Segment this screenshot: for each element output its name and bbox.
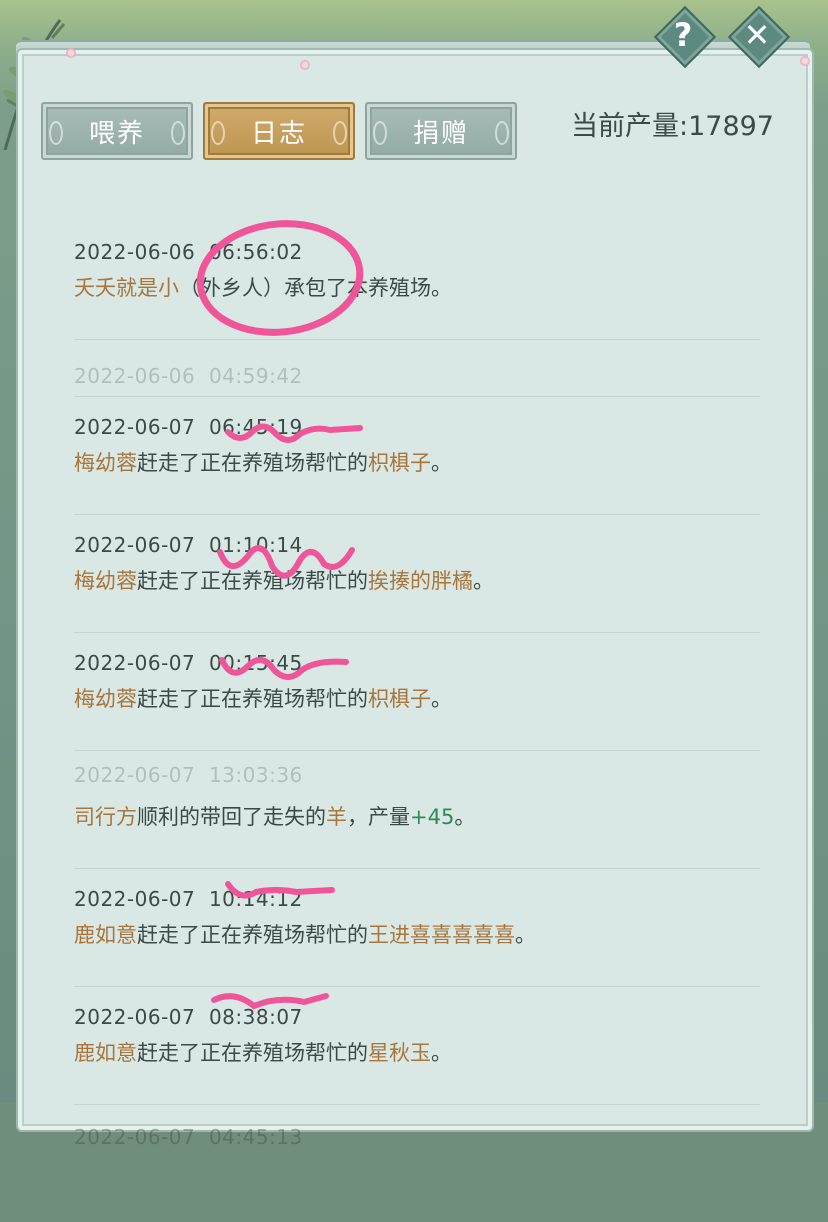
log-list[interactable]: 2022-06-06 06:56:02 夭夭就是小（外乡人）承包了本养殖场。 2… [74, 222, 760, 1222]
log-output-gain: +45 [410, 805, 455, 829]
log-text-tail: ，产量 [347, 805, 410, 829]
log-entry: 2022-06-07 10:14:12 鹿如意赶走了正在养殖场帮忙的王进喜喜喜喜… [74, 869, 760, 987]
log-text: 赶走了正在养殖场帮忙的 [137, 451, 368, 475]
log-actor: 夭夭就是小 [74, 276, 179, 300]
help-button[interactable]: ? [653, 5, 717, 69]
log-target: 星秋玉 [368, 1041, 431, 1065]
help-icon: ? [673, 16, 693, 54]
log-target: 羊 [326, 805, 347, 829]
log-message: 梅幼蓉赶走了正在养殖场帮忙的枳椇子。 [74, 447, 452, 477]
log-message: 夭夭就是小（外乡人）承包了本养殖场。 [74, 272, 452, 302]
log-time: 2022-06-07 08:38:07 [74, 1005, 303, 1029]
log-actor: 梅幼蓉 [74, 569, 137, 593]
log-time-faded: 2022-06-06 04:59:42 [74, 364, 303, 388]
tab-ornament [211, 121, 225, 145]
tab-label: 喂养 [88, 118, 145, 149]
log-text: 赶走了正在养殖场帮忙的 [137, 923, 368, 947]
log-end: 。 [431, 1041, 452, 1065]
blossom-decoration [66, 48, 76, 58]
close-icon: ✕ [743, 16, 771, 54]
log-time: 2022-06-07 00:15:45 [74, 651, 303, 675]
log-message: 鹿如意赶走了正在养殖场帮忙的星秋玉。 [74, 1037, 452, 1067]
log-time-faded: 2022-06-07 13:03:36 [74, 763, 303, 787]
log-entry: 2022-06-07 13:03:36 司行方顺利的带回了走失的羊，产量+45。 [74, 751, 760, 869]
log-actor: 梅幼蓉 [74, 451, 137, 475]
log-target: 枳椇子 [368, 451, 431, 475]
output-value: 17897 [688, 111, 774, 142]
blossom-decoration [300, 60, 310, 70]
tab-ornament [171, 121, 185, 145]
tab-feed[interactable]: 喂养 [41, 102, 193, 160]
blossom-decoration [800, 56, 810, 66]
log-target: 枳椇子 [368, 687, 431, 711]
log-message: 梅幼蓉赶走了正在养殖场帮忙的枳椇子。 [74, 683, 452, 713]
log-entry: 2022-06-06 04:59:42 [74, 340, 760, 397]
log-text: 赶走了正在养殖场帮忙的 [137, 569, 368, 593]
tab-log[interactable]: 日志 [203, 102, 355, 160]
log-message: 司行方顺利的带回了走失的羊，产量+45。 [74, 801, 475, 831]
log-text: （外乡人）承包了本养殖场。 [179, 276, 452, 300]
log-text: 赶走了正在养殖场帮忙的 [137, 1041, 368, 1065]
log-time-faded: 2022-06-07 04:45:13 [74, 1125, 303, 1149]
log-time: 2022-06-07 01:10:14 [74, 533, 303, 557]
tab-label: 捐赠 [412, 118, 469, 149]
log-actor: 鹿如意 [74, 923, 137, 947]
log-time: 2022-06-07 06:45:19 [74, 415, 303, 439]
log-entry: 2022-06-07 04:45:13 [74, 1105, 760, 1222]
log-message: 鹿如意赶走了正在养殖场帮忙的王进喜喜喜喜喜。 [74, 919, 536, 949]
log-message: 梅幼蓉赶走了正在养殖场帮忙的挨揍的胖橘。 [74, 565, 494, 595]
log-actor: 司行方 [74, 805, 137, 829]
current-output: 当前产量:17897 [571, 104, 774, 143]
tab-label: 日志 [250, 118, 307, 149]
log-target: 王进喜喜喜喜喜 [368, 923, 515, 947]
output-label: 当前产量: [570, 111, 689, 142]
log-end: 。 [473, 569, 494, 593]
log-target: 挨揍的胖橘 [368, 569, 473, 593]
log-end: 。 [431, 687, 452, 711]
log-actor: 鹿如意 [74, 1041, 137, 1065]
tab-donate[interactable]: 捐赠 [365, 102, 517, 160]
log-entry: 2022-06-06 06:56:02 夭夭就是小（外乡人）承包了本养殖场。 [74, 222, 760, 340]
tab-ornament [49, 121, 63, 145]
log-entry: 2022-06-07 08:38:07 鹿如意赶走了正在养殖场帮忙的星秋玉。 [74, 987, 760, 1105]
log-text: 顺利的带回了走失的 [137, 805, 326, 829]
log-time: 2022-06-07 10:14:12 [74, 887, 303, 911]
log-entry: 2022-06-07 00:15:45 梅幼蓉赶走了正在养殖场帮忙的枳椇子。 [74, 633, 760, 751]
log-entry: 2022-06-07 01:10:14 梅幼蓉赶走了正在养殖场帮忙的挨揍的胖橘。 [74, 515, 760, 633]
tab-ornament [495, 121, 509, 145]
log-text: 赶走了正在养殖场帮忙的 [137, 687, 368, 711]
log-actor: 梅幼蓉 [74, 687, 137, 711]
log-time: 2022-06-06 06:56:02 [74, 240, 303, 264]
log-end: 。 [431, 451, 452, 475]
log-end: 。 [515, 923, 536, 947]
tab-ornament [333, 121, 347, 145]
close-button[interactable]: ✕ [727, 5, 791, 69]
log-entry: 2022-06-07 06:45:19 梅幼蓉赶走了正在养殖场帮忙的枳椇子。 [74, 397, 760, 515]
log-end: 。 [454, 805, 476, 829]
tab-ornament [373, 121, 387, 145]
